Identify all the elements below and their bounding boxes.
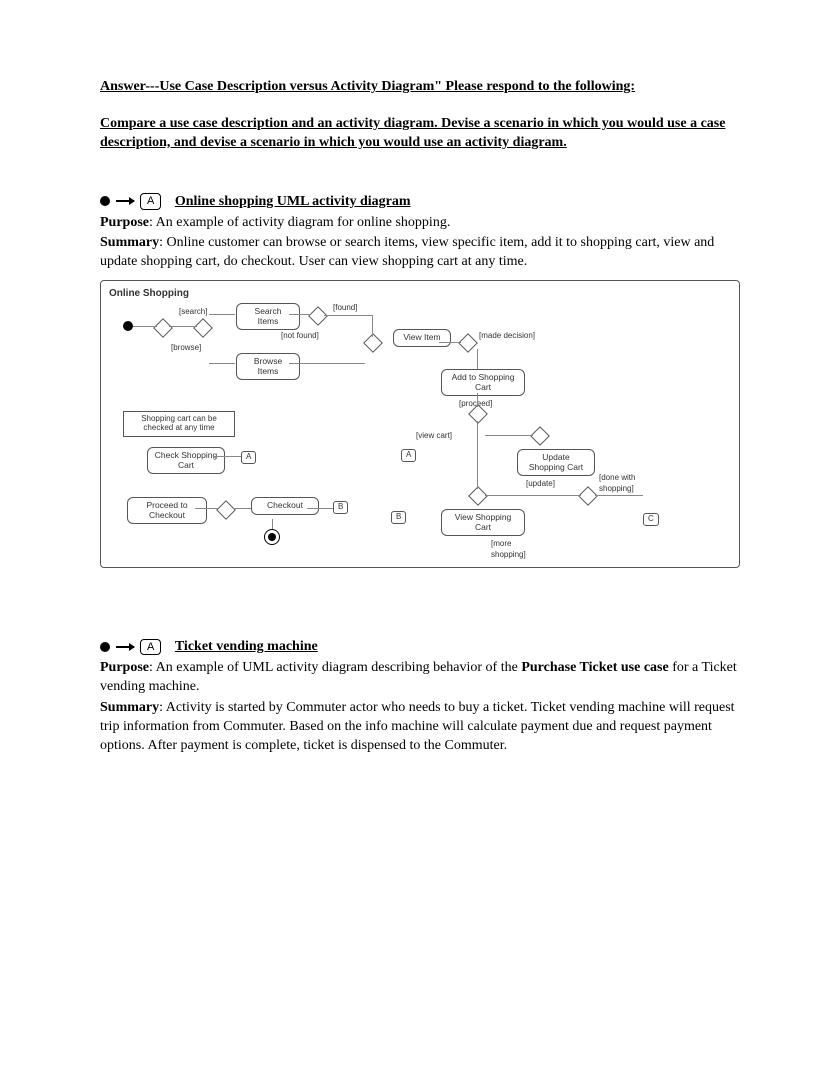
activity-check-cart: Check Shopping Cart <box>147 447 225 474</box>
summary-label: Summary <box>100 235 159 250</box>
start-dot-icon <box>100 196 110 206</box>
final-node-icon <box>264 529 280 545</box>
connector-b-2: B <box>333 501 348 514</box>
edge <box>477 349 478 369</box>
guard-search: [search] <box>179 307 207 318</box>
purpose-text-a: : An example of UML activity diagram des… <box>149 660 521 675</box>
purpose-bold: Purchase Ticket use case <box>521 660 668 675</box>
merge-update-icon <box>530 426 550 446</box>
prompt-heading: Compare a use case description and an ac… <box>100 115 740 153</box>
diagram-title: Online Shopping <box>109 287 731 301</box>
edge <box>595 495 643 496</box>
edge <box>477 393 478 407</box>
section-title: Online shopping UML activity diagram <box>175 194 411 209</box>
decision-done-icon <box>578 486 598 506</box>
merge-node-icon <box>153 318 173 338</box>
summary-line: Summary: Online customer can browse or s… <box>100 234 740 272</box>
arrow-icon <box>116 646 134 648</box>
summary-label: Summary <box>100 700 159 715</box>
summary-line: Summary: Activity is started by Commuter… <box>100 699 740 756</box>
purpose-line: Purpose: An example of UML activity diag… <box>100 659 740 697</box>
decision-node-icon <box>193 318 213 338</box>
edge <box>477 421 478 489</box>
activity-view-cart: View Shopping Cart <box>441 509 525 536</box>
edge <box>272 519 273 529</box>
initial-node-icon: A <box>100 193 161 210</box>
edge <box>485 495 581 496</box>
edge <box>372 315 373 337</box>
start-dot-icon <box>100 642 110 652</box>
guard-proceed: [proceed] <box>459 399 492 410</box>
summary-text: : Activity is started by Commuter actor … <box>100 700 735 753</box>
guard-browse: [browse] <box>171 343 201 354</box>
edge <box>289 363 365 364</box>
purpose-line: Purpose: An example of activity diagram … <box>100 214 740 233</box>
note-check-cart: Shopping cart can be checked at any time <box>123 411 235 437</box>
section-ticket-vending: A Ticket vending machine Purpose: An exa… <box>100 638 740 755</box>
guard-more: [more shopping] <box>491 539 537 561</box>
connector-b: B <box>391 511 406 524</box>
edge <box>195 508 219 509</box>
decision-made-icon <box>458 333 478 353</box>
edge <box>209 314 235 315</box>
document-page: Answer---Use Case Description versus Act… <box>0 0 840 1087</box>
activity-proceed-checkout: Proceed to Checkout <box>127 497 207 524</box>
guard-update: [update] <box>526 479 555 490</box>
decision-view-icon <box>468 486 488 506</box>
section-title: Ticket vending machine <box>175 639 318 654</box>
activity-diagram: Online Shopping [search] [browse] Search… <box>100 280 740 568</box>
activity-view-item: View Item <box>393 329 451 346</box>
connector-c: C <box>643 513 659 526</box>
edge <box>133 326 157 327</box>
purpose-label: Purpose <box>100 660 149 675</box>
arrow-icon <box>116 200 134 202</box>
summary-text: : Online customer can browse or search i… <box>100 235 714 269</box>
merge-checkout-icon <box>216 500 236 520</box>
answer-heading: Answer---Use Case Description versus Act… <box>100 78 740 97</box>
guard-not-found: [not found] <box>281 331 319 342</box>
guard-found: [found] <box>333 303 357 314</box>
purpose-text: : An example of activity diagram for onl… <box>149 215 450 230</box>
edge <box>209 363 235 364</box>
guard-view-cart: [view cart] <box>416 431 452 442</box>
initial-node-icon: A <box>100 639 161 656</box>
activity-search-items: Search Items <box>236 303 300 330</box>
edge <box>439 342 461 343</box>
edge <box>169 326 197 327</box>
edge <box>213 456 241 457</box>
section-online-shopping: A Online shopping UML activity diagram P… <box>100 193 740 569</box>
activity-checkout: Checkout <box>251 497 319 514</box>
activity-add-to-cart: Add to Shopping Cart <box>441 369 525 396</box>
edge <box>307 508 333 509</box>
decision-found-icon <box>308 306 328 326</box>
activity-browse-items: Browse Items <box>236 353 300 380</box>
guard-done: [done with shopping] <box>599 473 649 495</box>
guard-made-decision: [made decision] <box>479 331 535 342</box>
edge <box>289 314 311 315</box>
connector-a-icon: A <box>140 193 161 210</box>
merge-view-icon <box>363 333 383 353</box>
edge <box>233 508 251 509</box>
activity-update-cart: Update Shopping Cart <box>517 449 595 476</box>
connector-a-2: A <box>241 451 256 464</box>
purpose-label: Purpose <box>100 215 149 230</box>
edge <box>324 315 372 316</box>
initial-node-icon <box>123 321 133 331</box>
edge <box>485 435 533 436</box>
connector-a: A <box>401 449 416 462</box>
connector-a-icon: A <box>140 639 161 656</box>
